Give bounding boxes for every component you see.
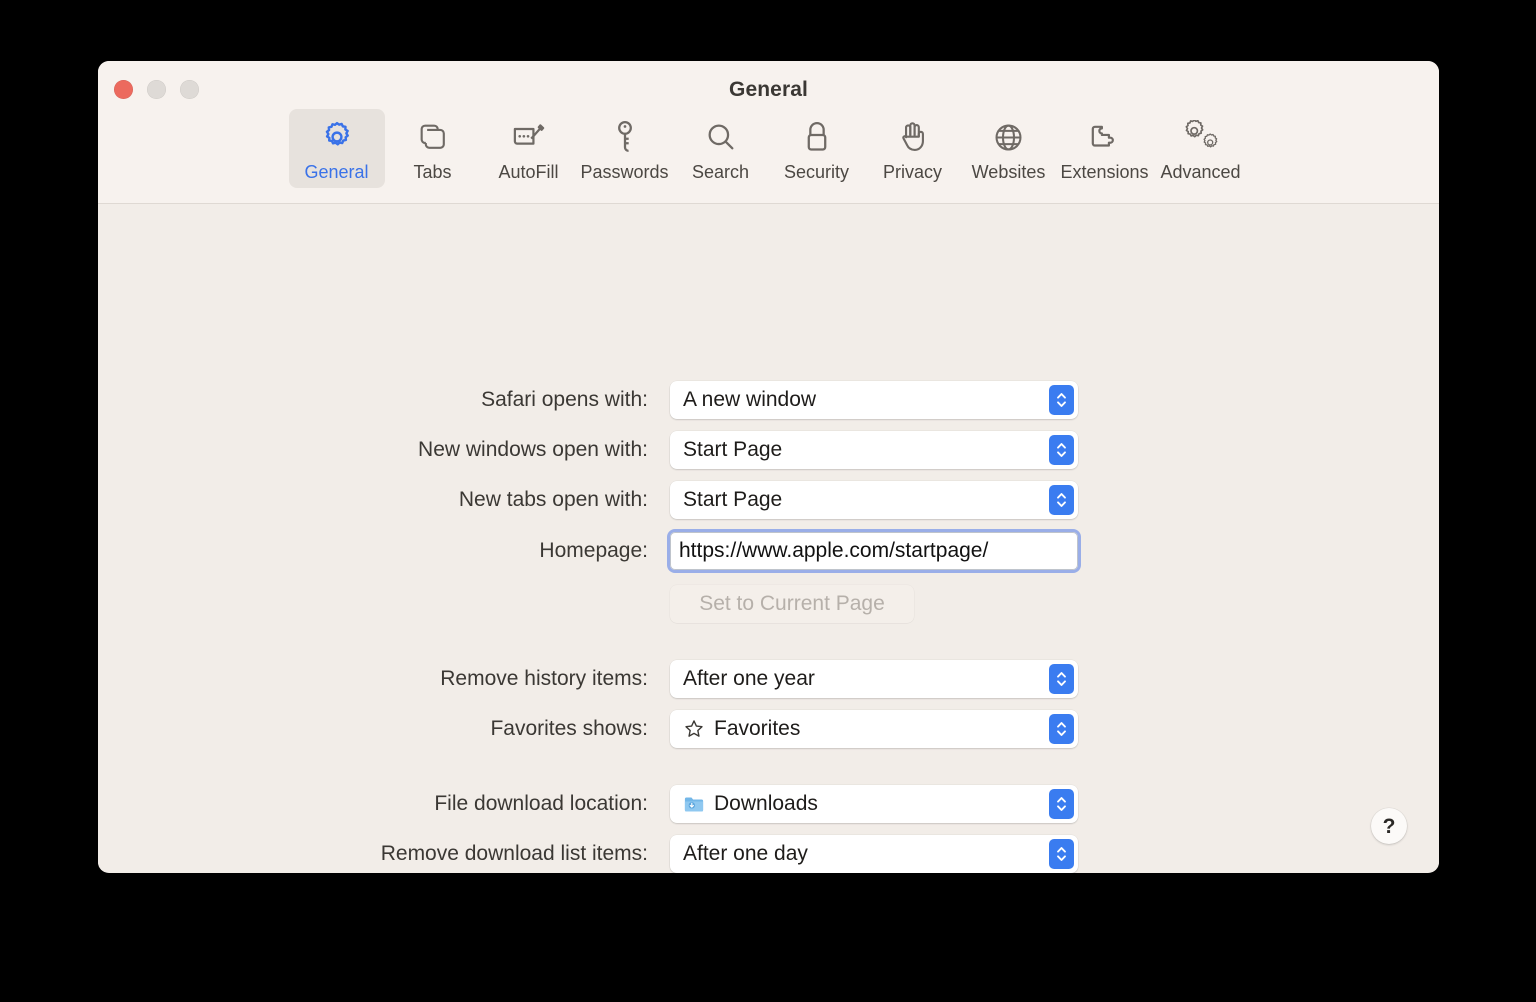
double-gear-icon: [1183, 118, 1219, 156]
window-title: General: [729, 78, 808, 101]
toolbar-label-websites: Websites: [971, 162, 1046, 182]
toolbar-item-tabs[interactable]: Tabs: [385, 109, 481, 188]
tabs-icon: [417, 118, 449, 156]
popup-value-safari-opens-with: A new window: [683, 388, 817, 411]
lock-icon: [803, 118, 831, 156]
search-icon: [705, 118, 737, 156]
homepage-input-value: https://www.apple.com/startpage/: [679, 539, 989, 562]
popup-remove-history-items[interactable]: After one year: [670, 660, 1078, 698]
popup-value-favorites-shows: Favorites: [714, 717, 801, 740]
field-new-windows-open-with: Start Page: [670, 431, 1078, 469]
homepage-input[interactable]: https://www.apple.com/startpage/: [670, 532, 1078, 570]
toolbar-label-autofill: AutoFill: [498, 162, 559, 182]
popup-value-remove-download-list-items: After one day: [683, 842, 808, 865]
field-remove-download-list-items: After one day: [670, 835, 1078, 873]
toolbar-item-websites[interactable]: Websites: [961, 109, 1057, 188]
label-new-windows-open-with: New windows open with:: [418, 438, 648, 461]
popup-new-tabs-open-with[interactable]: Start Page: [670, 481, 1078, 519]
set-to-current-page-button[interactable]: Set to Current Page: [670, 585, 914, 623]
row-remove-download-list-items: Remove download list items:: [228, 835, 648, 873]
popup-value-new-tabs-open-with: Start Page: [683, 488, 783, 511]
label-file-download-location: File download location:: [434, 792, 648, 815]
row-remove-history-items: Remove history items:: [228, 660, 648, 698]
row-homepage: Homepage:: [228, 532, 648, 570]
label-new-tabs-open-with: New tabs open with:: [458, 488, 648, 511]
toolbar-item-privacy[interactable]: Privacy: [865, 109, 961, 188]
stepper-remove-download-list-items[interactable]: [1049, 839, 1074, 869]
downloads-folder-icon: [683, 794, 705, 814]
field-safari-opens-with: A new window: [670, 381, 1078, 419]
field-file-download-location: Downloads: [670, 785, 1078, 823]
label-favorites-shows: Favorites shows:: [490, 717, 648, 740]
safari-preferences-window: General General Tabs AutoFill Passwords …: [98, 61, 1439, 873]
help-button-label: ?: [1382, 814, 1396, 838]
set-to-current-page-label: Set to Current Page: [699, 592, 885, 615]
toolbar-label-search: Search: [691, 162, 750, 182]
gear-icon: [320, 118, 354, 156]
screen: General General Tabs AutoFill Passwords …: [0, 0, 1536, 1002]
label-safari-opens-with: Safari opens with:: [481, 388, 648, 411]
label-remove-download-list-items: Remove download list items:: [380, 842, 648, 865]
field-set-to-current-page: Set to Current Page: [670, 585, 914, 623]
stepper-remove-history-items[interactable]: [1049, 664, 1074, 694]
puzzle-icon: [1088, 118, 1121, 156]
help-button[interactable]: ?: [1371, 808, 1407, 844]
toolbar-label-advanced: Advanced: [1160, 162, 1241, 182]
popup-new-windows-open-with[interactable]: Start Page: [670, 431, 1078, 469]
toolbar-item-autofill[interactable]: AutoFill: [481, 109, 577, 188]
toolbar-label-tabs: Tabs: [413, 162, 452, 182]
general-preferences-pane: Safari opens with: A new window New wind…: [98, 204, 1439, 873]
popup-value-remove-history-items: After one year: [683, 667, 815, 690]
toolbar-label-security: Security: [783, 162, 850, 182]
popup-value-file-download-location: Downloads: [714, 792, 818, 815]
window-titlebar: General General Tabs AutoFill Passwords …: [98, 61, 1439, 204]
popup-remove-download-list-items[interactable]: After one day: [670, 835, 1078, 873]
toolbar-label-privacy: Privacy: [882, 162, 942, 182]
toolbar-item-extensions[interactable]: Extensions: [1057, 109, 1153, 188]
stepper-new-windows-open-with[interactable]: [1049, 435, 1074, 465]
key-icon: [610, 118, 640, 156]
stepper-favorites-shows[interactable]: [1049, 714, 1074, 744]
toolbar-label-general: General: [304, 162, 369, 182]
toolbar-label-extensions: Extensions: [1060, 162, 1149, 182]
row-new-windows-open-with: New windows open with:: [228, 431, 648, 469]
stepper-new-tabs-open-with[interactable]: [1049, 485, 1074, 515]
field-new-tabs-open-with: Start Page: [670, 481, 1078, 519]
toolbar-item-advanced[interactable]: Advanced: [1153, 109, 1249, 188]
row-favorites-shows: Favorites shows:: [228, 710, 648, 748]
stepper-file-download-location[interactable]: [1049, 789, 1074, 819]
toolbar-item-search[interactable]: Search: [673, 109, 769, 188]
label-remove-history-items: Remove history items:: [440, 667, 648, 690]
preferences-toolbar: General Tabs AutoFill Passwords Search S…: [98, 109, 1439, 188]
row-safari-opens-with: Safari opens with:: [228, 381, 648, 419]
row-new-tabs-open-with: New tabs open with:: [228, 481, 648, 519]
star-icon: [683, 718, 705, 740]
toolbar-item-passwords[interactable]: Passwords: [577, 109, 673, 188]
popup-value-new-windows-open-with: Start Page: [683, 438, 783, 461]
label-homepage: Homepage:: [539, 539, 648, 562]
field-remove-history-items: After one year: [670, 660, 1078, 698]
popup-safari-opens-with[interactable]: A new window: [670, 381, 1078, 419]
hand-icon: [898, 118, 928, 156]
toolbar-label-passwords: Passwords: [580, 162, 669, 182]
popup-file-download-location[interactable]: Downloads: [670, 785, 1078, 823]
toolbar-item-general[interactable]: General: [288, 109, 385, 188]
autofill-icon: [511, 118, 547, 156]
popup-favorites-shows[interactable]: Favorites: [670, 710, 1078, 748]
row-file-download-location: File download location:: [228, 785, 648, 823]
globe-icon: [992, 118, 1025, 156]
toolbar-item-security[interactable]: Security: [769, 109, 865, 188]
field-favorites-shows: Favorites: [670, 710, 1078, 748]
field-homepage: https://www.apple.com/startpage/: [670, 532, 1078, 570]
stepper-safari-opens-with[interactable]: [1049, 385, 1074, 415]
